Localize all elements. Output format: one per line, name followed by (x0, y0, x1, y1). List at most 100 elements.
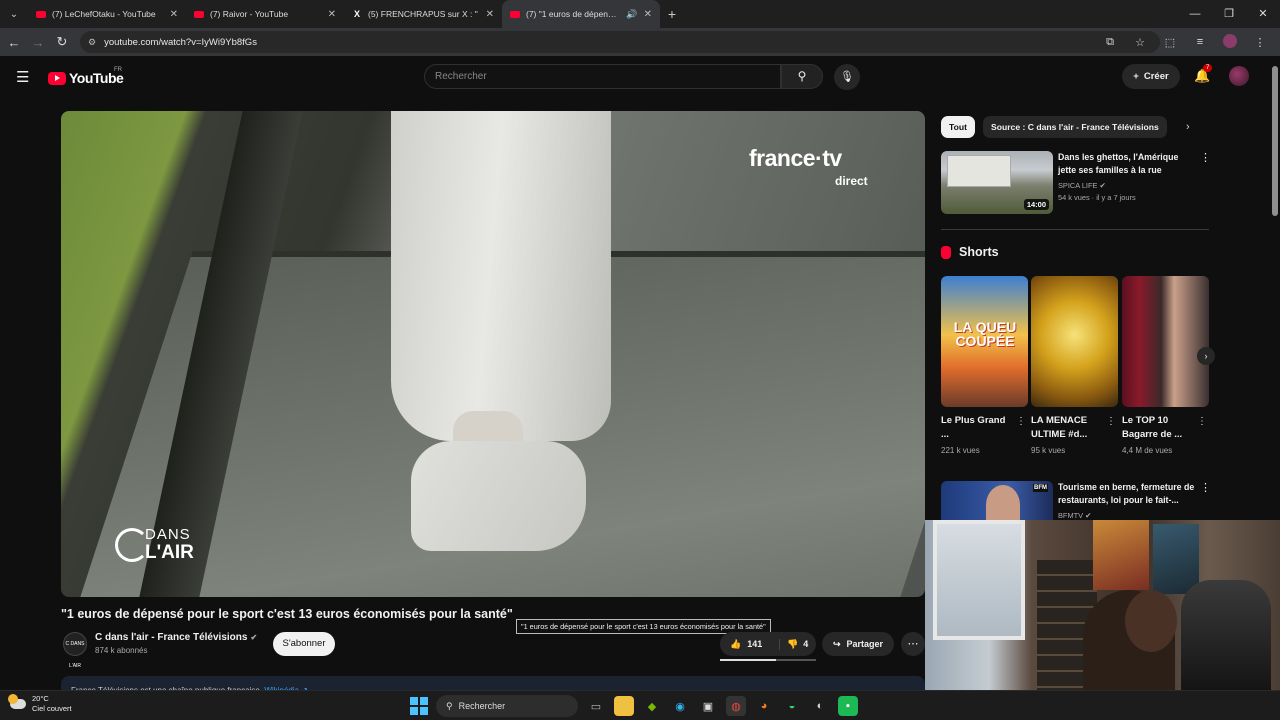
close-icon[interactable]: ✕ (170, 9, 178, 20)
webcam-chair (1181, 580, 1271, 696)
recommended-video[interactable]: 14:00 Dans les ghettos, l'Amérique jette… (941, 151, 1211, 215)
show-logo-arc (115, 528, 149, 562)
recommended-title[interactable]: Dans les ghettos, l'Amérique jette ses f… (1058, 151, 1198, 177)
short-title[interactable]: Le Plus Grand ... (941, 414, 1013, 442)
channel-name[interactable]: C dans l'air - France Télévisions (95, 632, 247, 643)
browser-tab[interactable]: X (5) FRENCHRAPUS sur X : " ✕ (344, 0, 502, 28)
app-icon[interactable]: ▪ (838, 696, 858, 716)
steam-icon[interactable]: ◐ (810, 696, 830, 716)
youtube-header: ☰ YouTube FR Rechercher ⚲ 🎙 + Créer 🔔 7 (0, 56, 1270, 98)
taskbar-apps: ⚲ Rechercher ▭ ◆ ◉ ▣ ◍ ◕ ◒ ◐ ▪ (410, 695, 858, 717)
edge-icon[interactable]: ◉ (670, 696, 690, 716)
close-icon[interactable]: ✕ (644, 9, 652, 20)
short-item[interactable]: LA MENACE ULTIME #d... ⋮ 95 k vues (1031, 276, 1118, 455)
speaker-icon[interactable]: 🔊 (626, 9, 637, 20)
task-view-icon[interactable]: ▭ (586, 696, 606, 716)
profile-avatar[interactable] (1218, 33, 1242, 51)
short-title[interactable]: Le TOP 10 Bagarre de ... (1122, 414, 1194, 442)
search-input[interactable]: Rechercher (424, 64, 781, 89)
browser-app-icon[interactable]: ◒ (782, 696, 802, 716)
short-title[interactable]: LA MENACE ULTIME #d... (1031, 414, 1103, 442)
shorts-next-button[interactable]: › (1197, 347, 1215, 365)
notifications-button[interactable]: 🔔 7 (1194, 64, 1213, 84)
divider (941, 229, 1209, 230)
windows-start-icon[interactable] (410, 697, 428, 715)
weather-condition: Ciel couvert (32, 704, 72, 713)
youtube-icon (510, 10, 520, 18)
bookmark-star-icon[interactable]: ☆ (1128, 36, 1152, 49)
webcam-poster (1153, 524, 1199, 594)
video-thumbnail[interactable]: 14:00 (941, 151, 1053, 214)
search-button[interactable]: ⚲ (781, 64, 823, 89)
back-icon[interactable]: ← (2, 35, 26, 50)
close-icon[interactable]: ✕ (328, 9, 336, 20)
broadcaster-logo: france·tv (749, 145, 842, 172)
chrome-icon[interactable]: ◍ (726, 696, 746, 716)
short-thumbnail[interactable]: LA QUEU COUPÉE (941, 276, 1028, 407)
recommended-title[interactable]: Tourisme en berne, fermeture de restaura… (1058, 481, 1198, 507)
taskbar-search[interactable]: ⚲ Rechercher (436, 695, 578, 717)
video-thumbnail[interactable]: BFM (941, 481, 1053, 521)
close-window-icon[interactable]: ✕ (1246, 0, 1280, 28)
more-actions-button[interactable]: ⋯ (901, 632, 925, 656)
kebab-menu-icon[interactable]: ⋮ (1106, 416, 1116, 427)
browser-tab[interactable]: (7) Raivor - YouTube ✕ (186, 0, 344, 28)
share-button[interactable]: ↪ Partager (822, 632, 894, 656)
short-item[interactable]: Le TOP 10 Bagarre de ... ⋮ 4,4 M de vues (1122, 276, 1209, 455)
recommended-channel: BFMTV ✔ (1058, 511, 1091, 520)
video-player[interactable]: france·tv direct DANS L'AIR (61, 111, 925, 597)
minimize-icon[interactable]: — (1178, 0, 1212, 28)
media-controls-icon[interactable]: ≡ (1188, 36, 1212, 48)
close-icon[interactable]: ✕ (486, 9, 494, 20)
address-bar[interactable]: ⚙ youtube.com/watch?v=IyWi9Yb8fGs (80, 31, 1160, 53)
tab-search-button[interactable]: ⌄ (0, 0, 28, 28)
firefox-icon[interactable]: ◕ (754, 696, 774, 716)
webcam-poster (1093, 520, 1149, 590)
kebab-menu-icon[interactable]: ⋮ (1200, 151, 1211, 164)
hamburger-menu-icon[interactable]: ☰ (16, 68, 29, 86)
reload-icon[interactable]: ↻ (50, 34, 74, 50)
chip-source[interactable]: Source : C dans l'air - France Télévisio… (982, 116, 1167, 138)
search-icon: ⚲ (446, 700, 453, 711)
scrollbar-thumb[interactable] (1272, 66, 1278, 216)
site-info-icon[interactable]: ⚙ (88, 37, 96, 48)
file-explorer-icon[interactable] (614, 696, 634, 716)
channel-name-row[interactable]: C dans l'air - France Télévisions ✔ (95, 632, 257, 643)
browser-tab-active[interactable]: (7) "1 euros de dépensé po 🔊 ✕ (502, 0, 660, 28)
weather-widget[interactable]: 20°C Ciel couvert (8, 694, 72, 714)
shorts-title: Shorts (959, 245, 999, 259)
short-item[interactable]: LA QUEU COUPÉE Le Plus Grand ... ⋮ 221 k… (941, 276, 1028, 455)
window-controls: — ❐ ✕ (1178, 0, 1280, 28)
browser-toolbar: ← → ↻ ⚙ youtube.com/watch?v=IyWi9Yb8fGs … (0, 28, 1280, 56)
youtube-logo[interactable]: YouTube FR (48, 67, 124, 86)
kebab-menu-icon[interactable]: ⋮ (1016, 416, 1026, 427)
short-thumbnail[interactable] (1122, 276, 1209, 407)
kebab-menu-icon[interactable]: ⋮ (1200, 481, 1211, 494)
channel-avatar[interactable]: C DANS L'AIR (63, 632, 87, 669)
browser-menu-icon[interactable]: ⋮ (1248, 36, 1272, 49)
recommended-video[interactable]: BFM Tourisme en berne, fermeture de rest… (941, 481, 1211, 521)
chevron-right-icon[interactable]: › (1186, 121, 1190, 133)
short-views: 4,4 M de vues (1122, 446, 1173, 455)
short-thumbnail[interactable] (1031, 276, 1118, 407)
tab-title: (5) FRENCHRAPUS sur X : " (368, 9, 478, 19)
maximize-icon[interactable]: ❐ (1212, 0, 1246, 28)
forward-icon[interactable]: → (26, 35, 50, 50)
store-icon[interactable]: ▣ (698, 696, 718, 716)
new-tab-button[interactable]: + (660, 6, 684, 22)
subscribe-button[interactable]: S'abonner (273, 632, 335, 656)
dislike-button[interactable]: 👎 4 (780, 639, 816, 650)
nvidia-icon[interactable]: ◆ (642, 696, 662, 716)
kebab-menu-icon[interactable]: ⋮ (1197, 416, 1207, 427)
create-button[interactable]: + Créer (1122, 64, 1180, 89)
install-app-icon[interactable]: ⧉ (1098, 36, 1122, 49)
browser-tab[interactable]: (7) LeChefOtaku - YouTube ✕ (28, 0, 186, 28)
video-title: "1 euros de dépensé pour le sport c'est … (61, 607, 513, 621)
short-views: 95 k vues (1031, 446, 1066, 455)
recommended-meta: 54 k vues · il y a 7 jours (1058, 193, 1136, 202)
like-button[interactable]: 👍 141 (720, 638, 780, 650)
account-avatar[interactable] (1229, 66, 1249, 86)
chip-all[interactable]: Tout (941, 116, 975, 138)
extensions-icon[interactable]: ⬚ (1158, 36, 1182, 49)
voice-search-button[interactable]: 🎙 (834, 64, 860, 90)
